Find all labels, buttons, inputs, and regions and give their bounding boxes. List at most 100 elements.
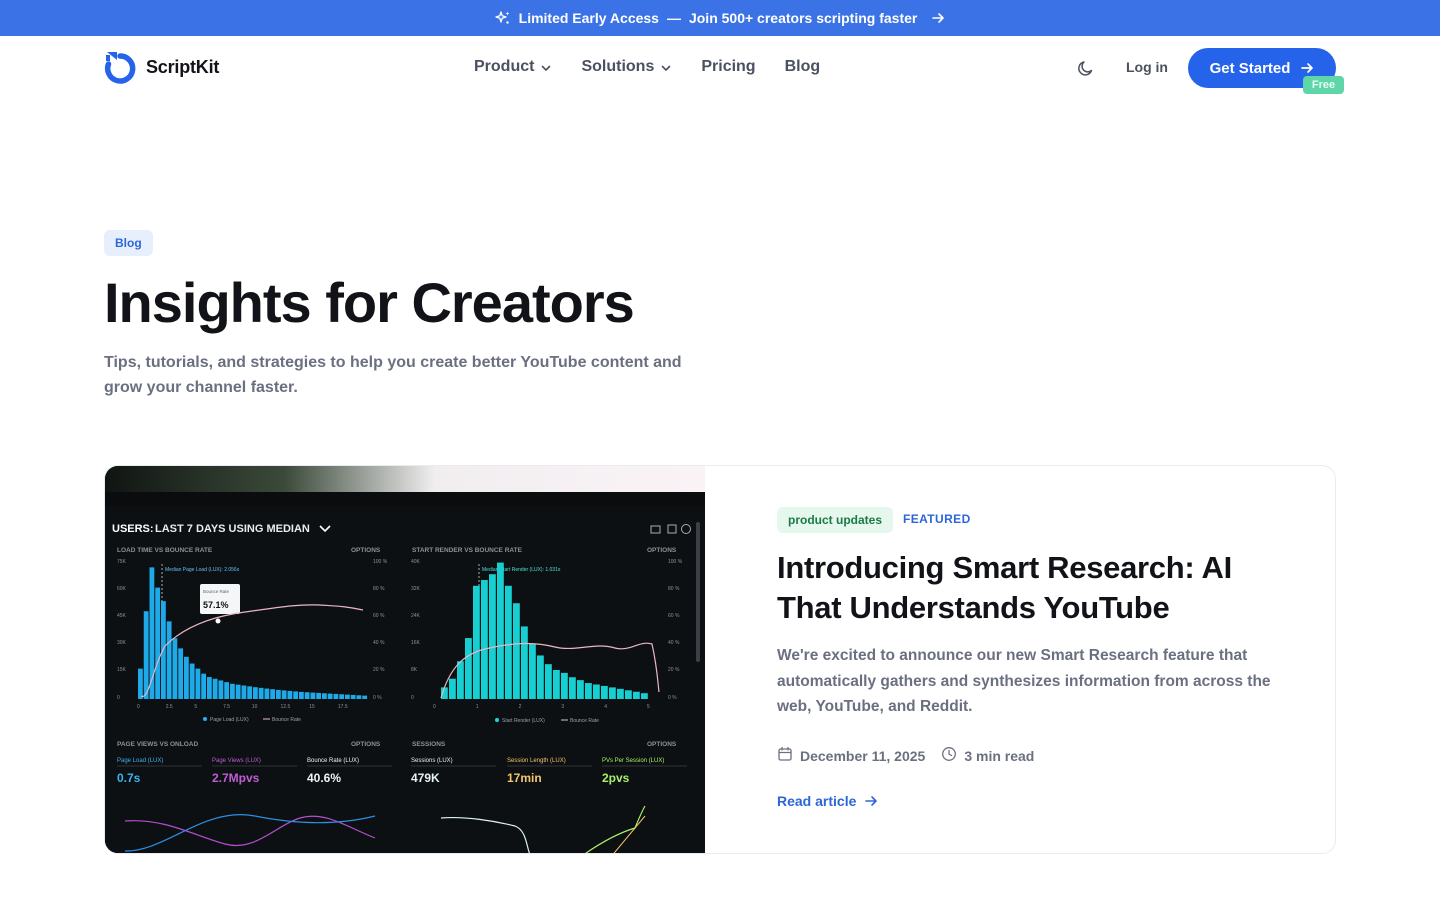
dash-bar-left [310,692,316,699]
page-subtitle: Tips, tutorials, and strategies to help … [104,354,682,396]
featured-post-card[interactable]: USERS: LAST 7 DAYS USING MEDIAN LOAD TIME … [104,465,1336,854]
dash-stat-label: Sessions (LUX) [411,758,453,764]
dash-bar-left [178,648,184,699]
nav-item-pricing[interactable]: Pricing [701,58,755,76]
dash-y-tick: 24K [411,613,421,619]
dash-y-tick: 8K [411,667,418,673]
nav-item-label: Product [474,58,535,75]
login-link[interactable]: Log in [1126,59,1168,75]
dash-y-tick: 40K [411,559,421,565]
dash-stat-value: 40.6% [307,771,341,785]
dash-bar-right [545,664,552,699]
scriptkit-logo-icon [104,50,136,84]
top-nav: ScriptKit Product Solutions Pricing Blog… [0,36,1440,100]
announcement-separator: — [666,10,681,26]
dash-pct-tick: 20 % [668,667,680,673]
arrow-right-icon [931,11,945,25]
dash-stat-value: 2pvs [602,771,630,785]
dash-bar-right [641,693,648,699]
dash-legend-label: Bounce Rate [272,717,301,723]
dash-bar-right [537,655,544,699]
dash-pct-tick: 80 % [668,586,680,592]
dash-legend-label: Start Render (LUX) [502,718,545,724]
dash-bar-left [230,683,235,699]
nav-item-label: Blog [784,58,821,75]
dash-stat-label: Page Load (LUX) [117,758,163,764]
dash-bar-left [166,621,172,699]
dash-bar-right [561,672,568,699]
dash-pct-tick: 40 % [373,640,385,646]
dash-stat-value: 2.7Mpvs [212,771,260,785]
dash-bar-left [235,684,241,699]
dash-y-tick: 45K [117,613,127,619]
featured-post-image: USERS: LAST 7 DAYS USING MEDIAN LOAD TIME … [105,466,705,853]
get-started-label: Get Started [1209,59,1291,77]
brand-name: ScriptKit [146,56,220,77]
dash-bar-right [449,678,456,699]
dash-bar-left [241,685,247,699]
category-badge[interactable]: product updates [777,507,894,533]
post-title[interactable]: Introducing Smart Research: AI That Unde… [777,548,1297,628]
nav-item-solutions[interactable]: Solutions [581,58,672,76]
dash-pct-tick: 0 % [373,695,382,701]
featured-label: FEATURED [903,512,971,526]
dash-pct-tick: 60 % [373,613,385,619]
nav-item-blog[interactable]: Blog [785,58,821,76]
read-article-link[interactable]: Read article [777,793,878,809]
dash-bar-right [609,687,616,699]
dash-bar-left [287,690,293,699]
dash-bar-left [218,680,224,699]
dash-bar-left [299,691,304,699]
dash-y-tick: 16K [411,640,421,646]
dash-bar-right [617,688,624,699]
dash-scrollbar [696,522,700,662]
dash-x-tick: 15 [309,704,315,710]
dash-options-label: OPTIONS [647,547,677,554]
dash-bar-right [521,626,528,699]
dash-tooltip-value: 57.1% [203,600,229,610]
dash-header-prefix: USERS: [112,523,154,535]
dash-bar-left [184,656,189,699]
page-title: Insights for Creators [104,271,635,334]
dash-x-tick: 0 [137,704,140,710]
dash-bar-left [327,693,333,699]
dash-pct-tick: 0 % [668,695,677,701]
dash-header-text: LAST 7 DAYS USING MEDIAN [155,523,310,535]
dash-y-tick: 32K [411,586,421,592]
dash-x-tick: 1 [476,704,479,710]
announcement-bar[interactable]: Limited Early Access — Join 500+ creator… [0,0,1440,36]
dash-bar-left [333,693,339,699]
free-badge: Free [1303,76,1344,94]
post-date: December 11, 2025 [777,746,925,765]
dash-options-label: OPTIONS [647,741,677,748]
dash-panel-title: START RENDER VS BOUNCE RATE [412,547,523,554]
dash-panel-title: LOAD TIME VS BOUNCE RATE [117,547,213,554]
brand-link[interactable]: ScriptKit [104,50,219,84]
dash-legend-swatch [495,718,499,722]
dash-tooltip-label: Bounce Rate [203,589,230,594]
dash-bar-right [465,638,472,699]
theme-toggle-button[interactable] [1076,58,1096,78]
dash-bar-left [322,693,327,699]
nav-item-product[interactable]: Product [474,58,552,76]
dash-bar-right [481,579,488,699]
arrow-right-icon [1300,61,1314,75]
nav-item-label: Pricing [701,58,756,75]
dash-bar-left [138,668,143,699]
dash-bar-right [569,677,576,699]
dash-bar-right [505,585,512,699]
dash-panel-title: SESSIONS [412,741,446,748]
announcement-highlight: Limited Early Access [518,10,659,26]
dash-bar-left [316,692,322,699]
dash-stat-value: 479K [411,771,440,785]
dash-bar-left [224,682,230,699]
post-read-time-text: 3 min read [964,747,1035,764]
dash-bar-left [362,695,368,699]
dash-y-tick: 15K [117,667,127,673]
dash-x-tick: 17.5 [338,704,348,710]
dash-stat-label: Page Views (LUX) [212,758,261,764]
dash-bar-left [356,695,362,699]
dash-bar-left [293,691,299,699]
dash-x-tick: 12.5 [281,704,291,710]
post-excerpt: We're excited to announce our new Smart … [777,647,1271,715]
